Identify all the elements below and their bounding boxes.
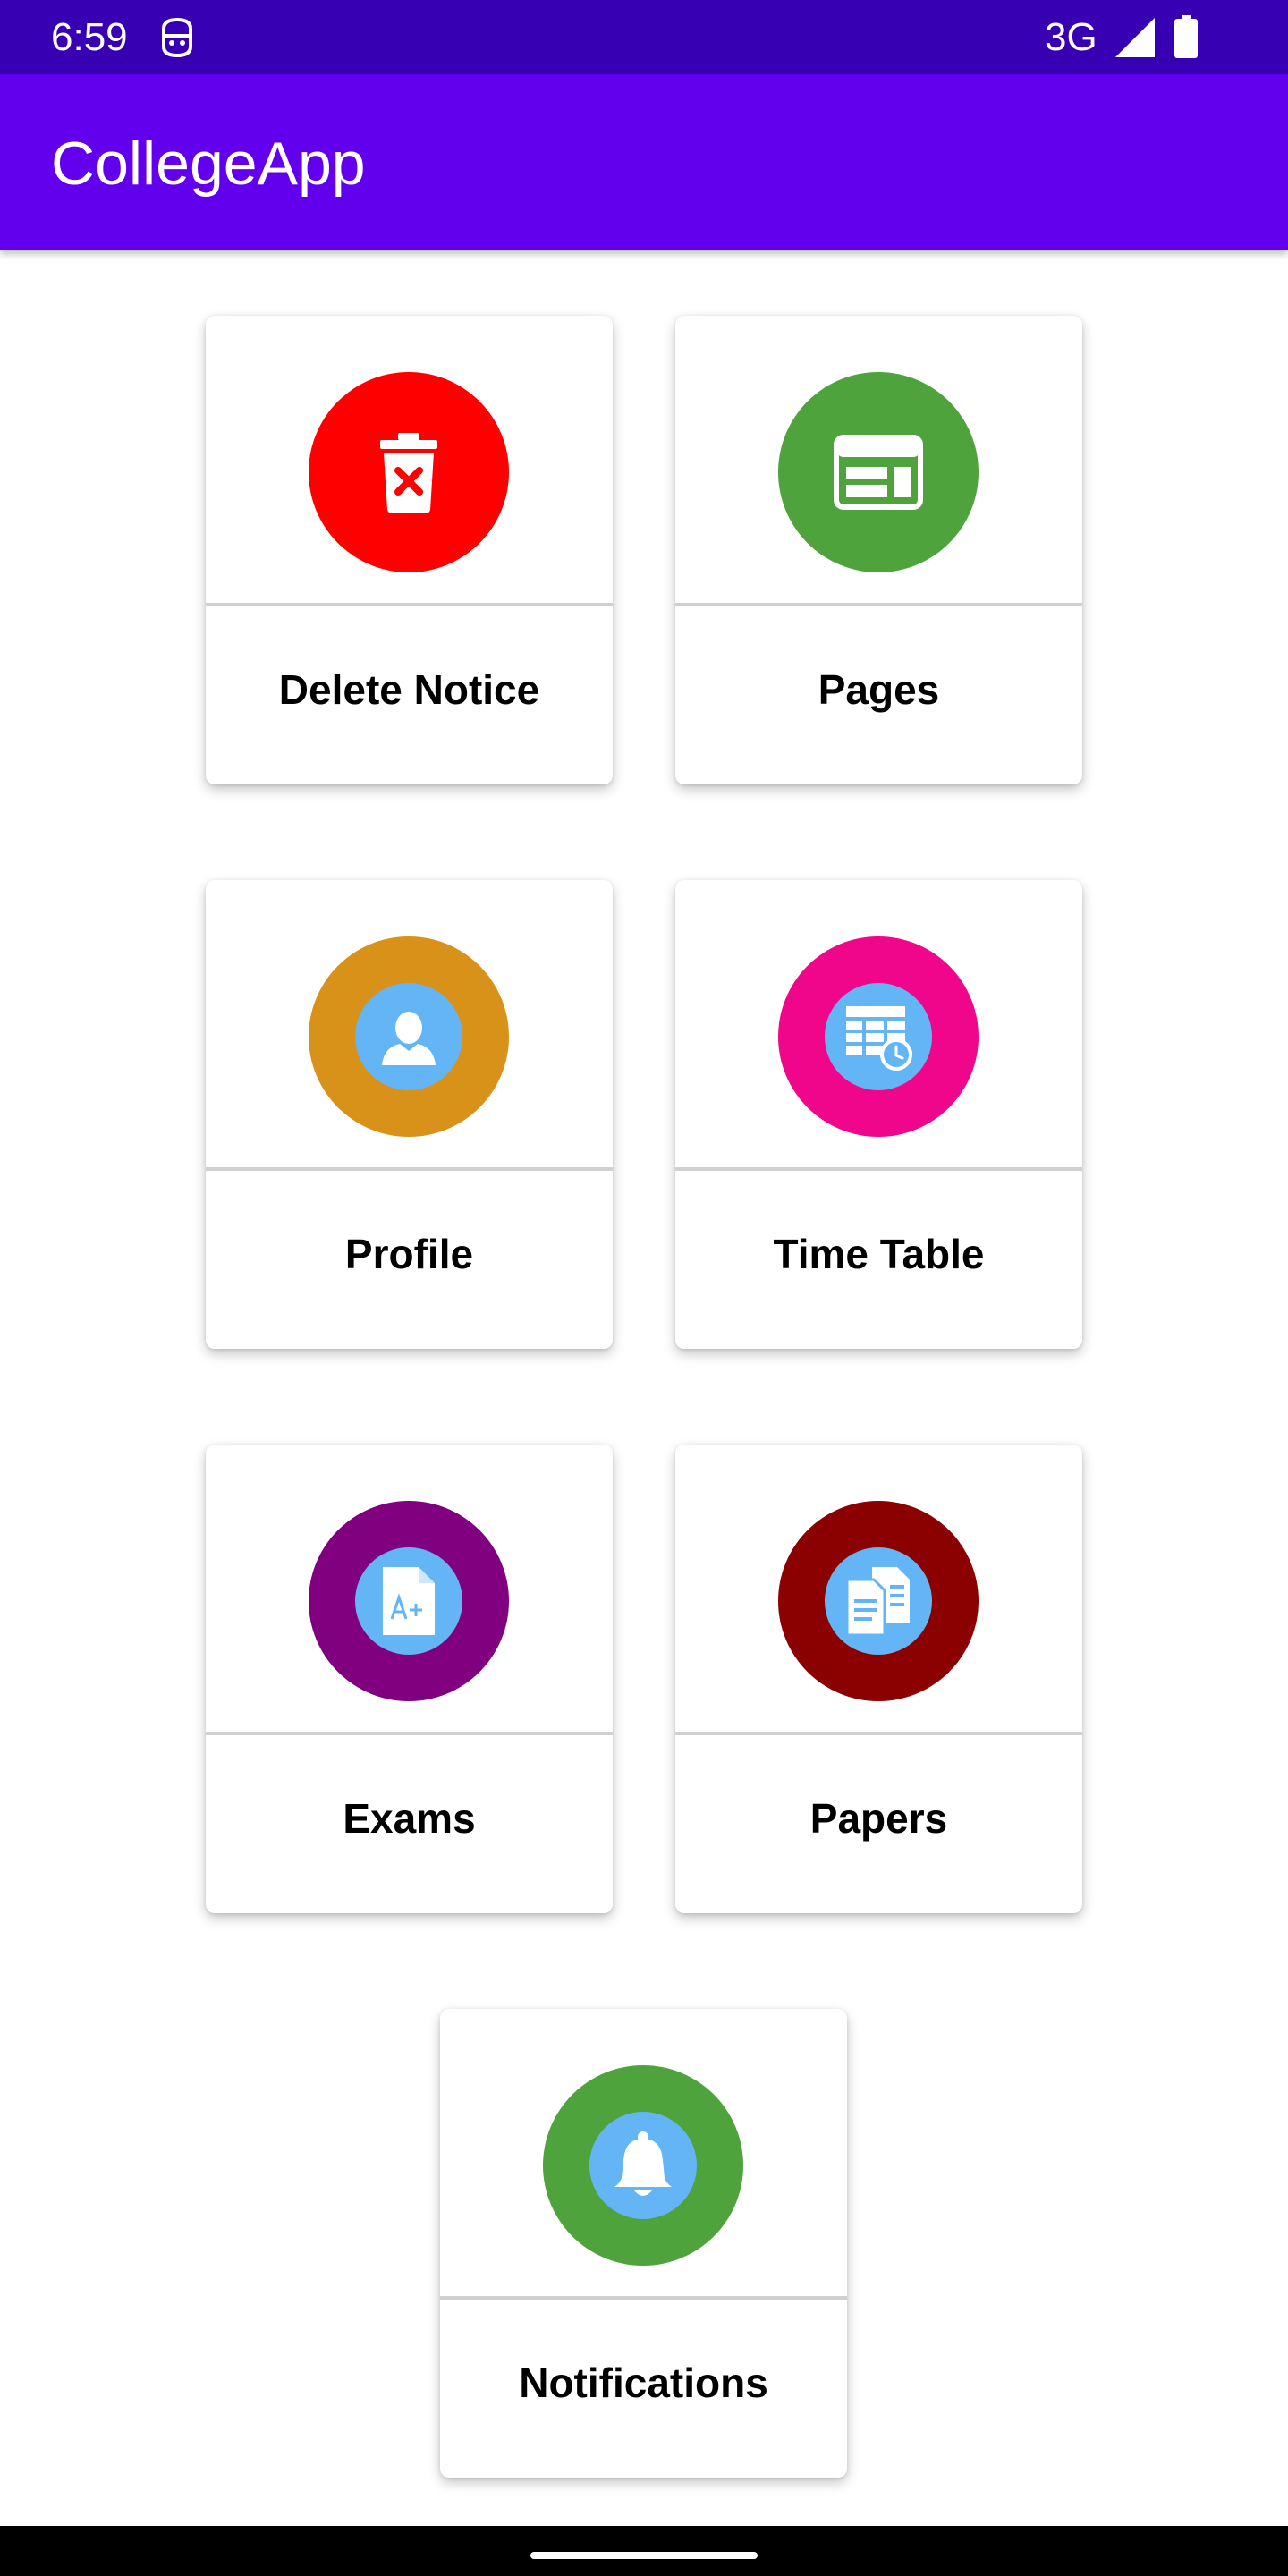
pages-card[interactable]: Pages (675, 316, 1082, 784)
papers-icon-inner (825, 1547, 932, 1655)
card-divider (206, 1732, 613, 1735)
status-time: 6:59 (51, 15, 128, 59)
card-divider (206, 603, 613, 606)
card-divider (675, 1167, 1082, 1171)
timetable-icon (846, 1006, 912, 1071)
card-divider (440, 2296, 847, 2300)
exams-label: Exams (343, 1795, 476, 1842)
timetable-icon-circle (778, 936, 979, 1137)
exams-icon (383, 1567, 435, 1635)
profile-icon-inner (355, 983, 462, 1090)
app-bar: CollegeApp (0, 74, 1288, 250)
pages-icon (834, 435, 923, 510)
navigation-bar (0, 2526, 1288, 2576)
papers-label: Papers (809, 1795, 948, 1842)
papers-icon (845, 1567, 910, 1637)
pages-icon-circle (778, 372, 979, 572)
profile-label: Profile (344, 1231, 474, 1277)
notifications-icon (614, 2131, 672, 2196)
delete-notice-label: Delete Notice (278, 666, 540, 713)
pages-label: Pages (818, 666, 940, 713)
delete-notice-icon-circle (309, 372, 509, 572)
papers-icon-circle (778, 1501, 979, 1701)
card-divider (675, 1732, 1082, 1735)
papers-card[interactable]: Papers (675, 1445, 1082, 1913)
card-divider (206, 1167, 613, 1171)
face-icon (162, 17, 192, 58)
notifications-icon-circle (543, 2065, 743, 2266)
timetable-label: Time Table (773, 1231, 985, 1277)
status-bar: 6:59 3G (0, 0, 1288, 74)
profile-card[interactable]: Profile (206, 880, 613, 1349)
app-title: CollegeApp (51, 130, 366, 198)
timetable-icon-inner (825, 983, 932, 1090)
network-type: 3G (1045, 15, 1097, 59)
delete-notice-card[interactable]: Delete Notice (206, 316, 613, 784)
exams-icon-inner (355, 1547, 462, 1655)
notifications-label: Notifications (519, 2360, 768, 2406)
delete-notice-icon (380, 433, 437, 513)
card-divider (675, 603, 1082, 606)
signal-icon (1115, 18, 1155, 57)
battery-icon (1174, 15, 1198, 58)
timetable-card[interactable]: Time Table (675, 880, 1082, 1349)
profile-icon (382, 1012, 436, 1065)
notifications-icon-inner (589, 2112, 697, 2219)
exams-card[interactable]: Exams (206, 1445, 613, 1913)
exams-icon-circle (309, 1501, 509, 1701)
home-gesture-handle[interactable] (530, 2552, 758, 2559)
profile-icon-circle (309, 936, 509, 1137)
notifications-card[interactable]: Notifications (440, 2009, 847, 2478)
